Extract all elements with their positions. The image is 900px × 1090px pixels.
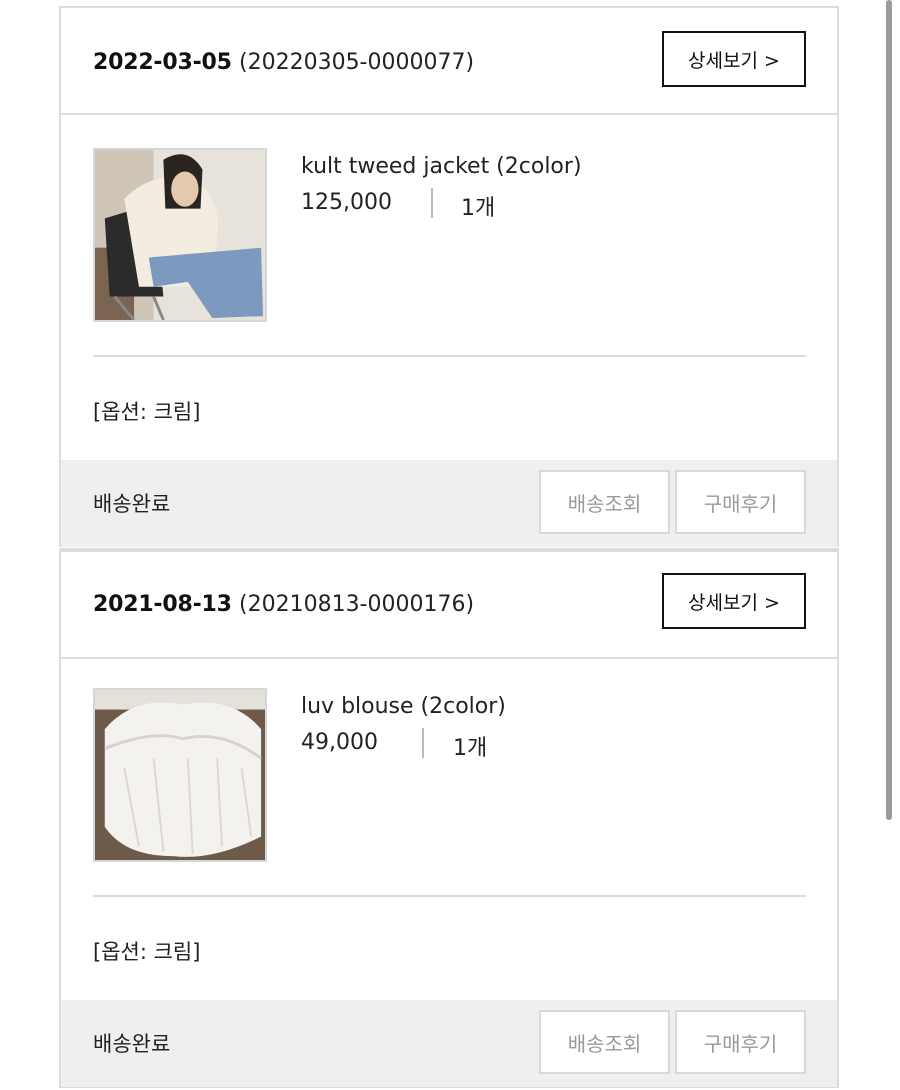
tweed-jacket-image	[95, 150, 265, 320]
product-option: [옵션: 크림]	[93, 940, 201, 964]
white-blouse-image	[95, 690, 265, 860]
view-details-button[interactable]: 상세보기 >	[662, 31, 806, 87]
price-qty-divider	[431, 188, 433, 218]
section-divider	[93, 355, 806, 357]
order-header: 2022-03-05 (20220305-0000077) 상세보기 >	[61, 8, 837, 115]
product-price: 125,000	[301, 190, 392, 215]
delivery-status: 배송완료	[93, 1032, 171, 1056]
track-delivery-button[interactable]: 배송조회	[539, 1010, 670, 1074]
product-thumbnail[interactable]	[93, 688, 267, 862]
order-footer: 배송완료 배송조회 구매후기	[61, 460, 837, 547]
product-name[interactable]: kult tweed jacket (2color)	[301, 154, 582, 179]
order-header: 2021-08-13 (20210813-0000176) 상세보기 >	[61, 552, 837, 659]
write-review-button[interactable]: 구매후기	[675, 1010, 806, 1074]
order-card: 2021-08-13 (20210813-0000176) 상세보기 > luv…	[59, 548, 839, 1088]
order-date: 2021-08-13	[93, 592, 232, 617]
order-footer: 배송완료 배송조회 구매후기	[61, 1000, 837, 1087]
order-date: 2022-03-05	[93, 50, 232, 75]
delivery-status: 배송완료	[93, 492, 171, 516]
product-price: 49,000	[301, 730, 378, 755]
order-history-page: 2022-03-05 (20220305-0000077) 상세보기 > kul…	[0, 0, 900, 1090]
product-thumbnail[interactable]	[93, 148, 267, 322]
order-number: (20210813-0000176)	[239, 592, 475, 617]
write-review-button[interactable]: 구매후기	[675, 470, 806, 534]
product-option: [옵션: 크림]	[93, 400, 201, 424]
section-divider	[93, 895, 806, 897]
view-details-button[interactable]: 상세보기 >	[662, 573, 806, 629]
product-name[interactable]: luv blouse (2color)	[301, 694, 506, 719]
vertical-scrollbar[interactable]	[886, 0, 892, 820]
order-card: 2022-03-05 (20220305-0000077) 상세보기 > kul…	[59, 6, 839, 547]
order-number: (20220305-0000077)	[239, 50, 475, 75]
price-qty-divider	[422, 728, 424, 758]
product-quantity: 1개	[461, 196, 496, 221]
product-quantity: 1개	[453, 736, 488, 761]
track-delivery-button[interactable]: 배송조회	[539, 470, 670, 534]
